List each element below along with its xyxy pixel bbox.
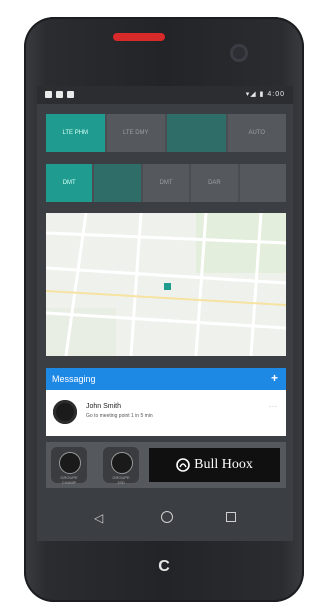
notification-icon	[45, 91, 52, 98]
device-logo-icon: C	[158, 558, 170, 575]
mode-selector: LTE PHM LTE DMY AUTO	[46, 114, 286, 152]
add-message-button[interactable]: +	[271, 371, 278, 385]
notification-icon	[67, 91, 74, 98]
back-icon[interactable]: ◁	[94, 511, 103, 525]
channel-button[interactable]	[239, 164, 287, 202]
bottom-panel: GROUPE CHAMP GROUPE JSD Bull Hoox	[46, 442, 286, 488]
messaging-header: Messaging +	[46, 368, 286, 390]
channel-button[interactable]: DMT	[46, 164, 93, 202]
navigation-bar: ◁	[37, 506, 293, 536]
radio-channel-button[interactable]: GROUPE CHAMP	[51, 447, 87, 485]
channel-button[interactable]: DAR	[191, 164, 238, 202]
message-text: Go to meeting point 1 in 5 min	[86, 413, 153, 419]
messaging-title: Messaging	[52, 374, 96, 384]
home-icon[interactable]	[161, 511, 173, 523]
knob-icon	[59, 452, 81, 474]
front-camera	[230, 44, 248, 62]
more-options-icon[interactable]: ...	[269, 402, 278, 409]
mode-button[interactable]	[167, 114, 226, 152]
brand-logo: Bull Hoox	[149, 448, 280, 482]
knob-icon	[111, 452, 133, 474]
recent-apps-icon[interactable]	[226, 512, 236, 522]
status-time: ▾◢ ▮ 4:00	[245, 91, 285, 98]
radio-channel-button[interactable]: GROUPE JSD	[103, 447, 139, 485]
message-item[interactable]: John Smith Go to meeting point 1 in 5 mi…	[46, 390, 286, 436]
channel-selector: DMT DMT DAR	[46, 164, 287, 202]
mode-button[interactable]: LTE PHM	[46, 114, 105, 152]
status-bar: ▾◢ ▮ 4:00	[37, 86, 293, 104]
location-marker[interactable]	[164, 283, 171, 290]
channel-button[interactable]	[94, 164, 141, 202]
mode-button[interactable]: LTE DMY	[106, 114, 165, 152]
sender-name: John Smith	[86, 403, 122, 410]
speaker-grille	[113, 33, 165, 41]
notification-icon	[56, 91, 63, 98]
screen: ▾◢ ▮ 4:00 LTE PHM LTE DMY AUTO DMT DMT D…	[37, 86, 293, 541]
notification-icons	[45, 91, 74, 98]
channel-button[interactable]: DMT	[142, 164, 190, 202]
map-view[interactable]	[46, 213, 286, 356]
mode-button[interactable]: AUTO	[227, 114, 286, 152]
bullhoox-icon	[176, 458, 190, 472]
signal-icon: ▾◢ ▮	[245, 91, 265, 98]
avatar	[53, 400, 77, 424]
